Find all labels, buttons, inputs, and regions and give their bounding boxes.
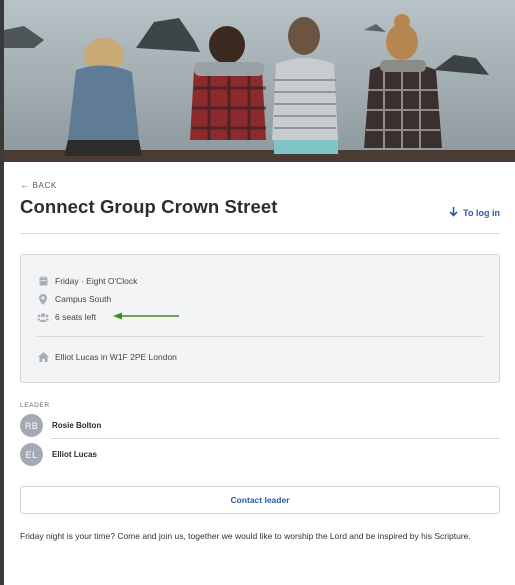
schedule-text: Friday · Eight O'Clock (55, 276, 138, 286)
host-row: Elliot Lucas in W1F 2PE London (37, 351, 177, 363)
annotation-arrow (113, 312, 179, 320)
calendar-icon (37, 275, 49, 287)
details-card: Friday · Eight O'Clock Campus South 6 se… (20, 254, 500, 383)
campus-text: Campus South (55, 294, 112, 304)
users-icon (37, 311, 49, 323)
hero-image (4, 0, 515, 162)
campus-row: Campus South (37, 293, 111, 305)
back-label: BACK (32, 180, 57, 190)
home-icon (37, 351, 49, 363)
leader-divider (51, 438, 500, 439)
leader-item: RB Rosie Bolton (20, 414, 101, 437)
contact-leader-button[interactable]: Contact leader (20, 486, 500, 514)
arrow-down-icon (449, 207, 458, 219)
group-description: Friday night is your time? Come and join… (20, 531, 471, 541)
avatar: EL (20, 443, 43, 466)
avatar: RB (20, 414, 43, 437)
title-divider (20, 233, 500, 234)
map-pin-icon (37, 293, 49, 305)
login-link[interactable]: To log in (449, 207, 500, 219)
leader-item: EL Elliot Lucas (20, 443, 97, 466)
page-title: Connect Group Crown Street (20, 196, 278, 217)
back-link[interactable]: ← BACK (20, 180, 57, 190)
leader-name: Rosie Bolton (52, 421, 102, 430)
login-label: To log in (463, 208, 500, 218)
schedule-row: Friday · Eight O'Clock (37, 275, 137, 287)
seats-row: 6 seats left (37, 311, 96, 323)
card-divider (37, 336, 483, 337)
host-text: Elliot Lucas in W1F 2PE London (55, 352, 177, 362)
leader-label: LEADER (20, 402, 50, 409)
arrow-left-icon: ← (20, 180, 30, 190)
seats-text: 6 seats left (55, 312, 97, 322)
leader-name: Elliot Lucas (52, 450, 97, 459)
